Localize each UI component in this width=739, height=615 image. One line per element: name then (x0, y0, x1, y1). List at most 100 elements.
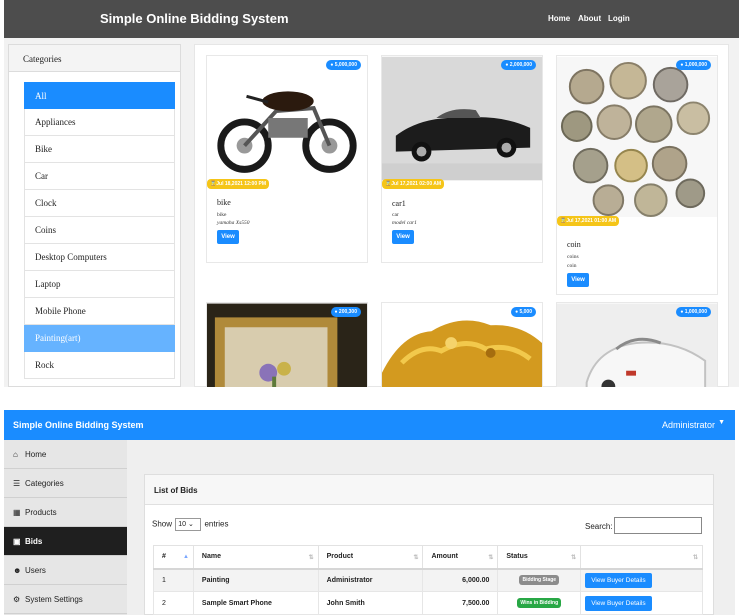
price-badge: ● 5,000,000 (326, 60, 361, 70)
sort-icon: ⇅ (308, 555, 314, 561)
public-site-screenshot: Simple Online Bidding System Home About … (4, 0, 739, 387)
cell-amount: 7,500.00 (422, 591, 499, 615)
column-header-status[interactable]: Status ⇅ (497, 545, 582, 570)
nav-home-link[interactable]: Home (548, 14, 570, 23)
user-menu[interactable]: Administrator (662, 420, 715, 430)
admin-navbar: Simple Online Bidding System Administrat… (4, 410, 735, 440)
bids-table: # ▲ Name ⇅ Product ⇅ Amount ⇅ Status ⇅ ⇅ 1 Pa… (153, 545, 703, 615)
category-item-appliances[interactable]: Appliances (24, 109, 175, 136)
cell-name: Painting (192, 568, 319, 592)
sort-icon: ⇅ (571, 555, 577, 561)
cogs-icon: ⚙ (13, 595, 21, 604)
product-card: ● 5,000,000 ⌛Jul 18,2021 12:00 PM bike b… (206, 55, 368, 263)
tag-icon: ● (505, 62, 509, 68)
list-icon: ☰ (13, 479, 21, 488)
column-header-amount[interactable]: Amount ⇅ (422, 545, 499, 570)
category-item-bike[interactable]: Bike (24, 136, 175, 163)
table-row: 1 Painting Administrator 6,000.00 Biddin… (153, 568, 703, 592)
sidebar-item-system-settings[interactable]: ⚙ System Settings (4, 585, 127, 614)
product-card: ● 1,000,000 (556, 302, 718, 387)
cell-name: Sample Smart Phone (192, 591, 319, 615)
category-item-coins[interactable]: Coins (24, 217, 175, 244)
price-badge: ● 2,000,000 (501, 60, 536, 70)
product-description: model car1 (392, 220, 417, 226)
product-card: ● 1,000,000 ⌛Jul 17,2021 01:00 AM coin c… (556, 55, 718, 295)
admin-brand[interactable]: Simple Online Bidding System (13, 420, 144, 430)
category-item-laptop[interactable]: Laptop (24, 271, 175, 298)
status-badge: Wins in Bidding (517, 598, 562, 608)
product-description: coin (567, 263, 577, 269)
product-card: ● 5,000 (381, 302, 543, 387)
sort-icon: ⇅ (488, 555, 494, 561)
site-brand[interactable]: Simple Online Bidding System (100, 11, 289, 26)
tag-icon: ● (680, 309, 684, 315)
cell-status: Bidding Stage (497, 568, 582, 592)
view-buyer-details-button[interactable]: View Buyer Details (585, 595, 652, 611)
cell-product: John Smith (317, 591, 424, 615)
cell-action: View Buyer Details (580, 568, 703, 592)
view-buyer-details-button[interactable]: View Buyer Details (585, 572, 652, 588)
category-item-clock[interactable]: Clock (24, 190, 175, 217)
products-grid: ● 5,000,000 ⌛Jul 18,2021 12:00 PM bike b… (194, 44, 729, 387)
product-name: coin (567, 240, 581, 249)
caret-down-icon[interactable]: ▼ (718, 419, 725, 426)
money-icon: ▣ (13, 537, 21, 546)
tag-icon: ● (334, 309, 338, 315)
chevron-down-icon: ⌄ (188, 521, 194, 528)
product-image-bike (207, 56, 367, 181)
tag-icon: ● (330, 62, 334, 68)
sidebar-item-bids[interactable]: ▣ Bids (4, 527, 127, 556)
view-button[interactable]: View (567, 273, 589, 287)
sidebar-item-home[interactable]: ⌂ Home (4, 440, 127, 469)
tag-icon: ● (515, 309, 519, 315)
cell-status: Wins in Bidding (497, 591, 582, 615)
product-name: bike (217, 198, 231, 207)
table-icon: ▦ (13, 508, 21, 517)
cell-number: 2 (153, 591, 194, 615)
sidebar-item-categories[interactable]: ☰ Categories (4, 469, 127, 498)
price-badge: ● 5,000 (511, 307, 536, 317)
category-item-all[interactable]: All (24, 82, 175, 109)
entries-length-control: Show 10 ⌄ entries (152, 518, 229, 531)
category-item-car[interactable]: Car (24, 163, 175, 190)
tag-icon: ● (680, 62, 684, 68)
nav-about-link[interactable]: About (578, 14, 601, 23)
categories-title: Categories (9, 45, 180, 72)
cell-amount: 6,000.00 (422, 568, 499, 592)
product-card: ● 200,300 (206, 302, 368, 387)
cell-action: View Buyer Details (580, 591, 703, 615)
column-header-number[interactable]: # ▲ (153, 545, 194, 570)
price-badge: ● 200,300 (330, 307, 361, 317)
sort-icon: ⇅ (413, 555, 419, 561)
view-button[interactable]: View (392, 230, 414, 244)
date-badge: ⌛Jul 17,2021 01:00 AM (557, 216, 620, 226)
users-icon: ☻ (13, 566, 22, 575)
product-description: yamaha Xs550 (217, 220, 250, 226)
search-input[interactable] (614, 517, 702, 534)
entries-select[interactable]: 10 ⌄ (175, 518, 202, 531)
nav-login-link[interactable]: Login (608, 14, 630, 23)
product-image-car (382, 56, 542, 181)
date-badge: ⌛Jul 18,2021 12:00 PM (207, 179, 269, 189)
admin-screenshot: Simple Online Bidding System Administrat… (4, 410, 735, 615)
category-item-mobile-phone[interactable]: Mobile Phone (24, 298, 175, 325)
sidebar-item-users[interactable]: ☻ Users (4, 556, 127, 585)
sidebar-item-products[interactable]: ▦ Products (4, 498, 127, 527)
column-header-name[interactable]: Name ⇅ (192, 545, 319, 570)
price-badge: ● 1,000,000 (676, 307, 711, 317)
view-button[interactable]: View (217, 230, 239, 244)
product-card: ● 2,000,000 ⌛Jul 17,2021 02:00 AM car1 c… (381, 55, 543, 263)
category-item-painting[interactable]: Painting(art) (24, 325, 175, 352)
product-category: car (392, 212, 399, 218)
category-item-desktop-computers[interactable]: Desktop Computers (24, 244, 175, 271)
card-title: List of Bids (145, 475, 713, 505)
product-category: coins (567, 254, 579, 260)
column-header-action[interactable]: ⇅ (580, 545, 703, 570)
status-badge: Bidding Stage (519, 575, 560, 586)
categories-panel: Categories All Appliances Bike Car Clock… (8, 44, 181, 387)
table-header-row: # ▲ Name ⇅ Product ⇅ Amount ⇅ Status ⇅ ⇅ (153, 545, 703, 570)
cell-number: 1 (153, 568, 194, 592)
top-navbar: Simple Online Bidding System Home About … (4, 0, 739, 38)
category-item-rock[interactable]: Rock (24, 352, 175, 379)
column-header-product[interactable]: Product ⇅ (317, 545, 424, 570)
